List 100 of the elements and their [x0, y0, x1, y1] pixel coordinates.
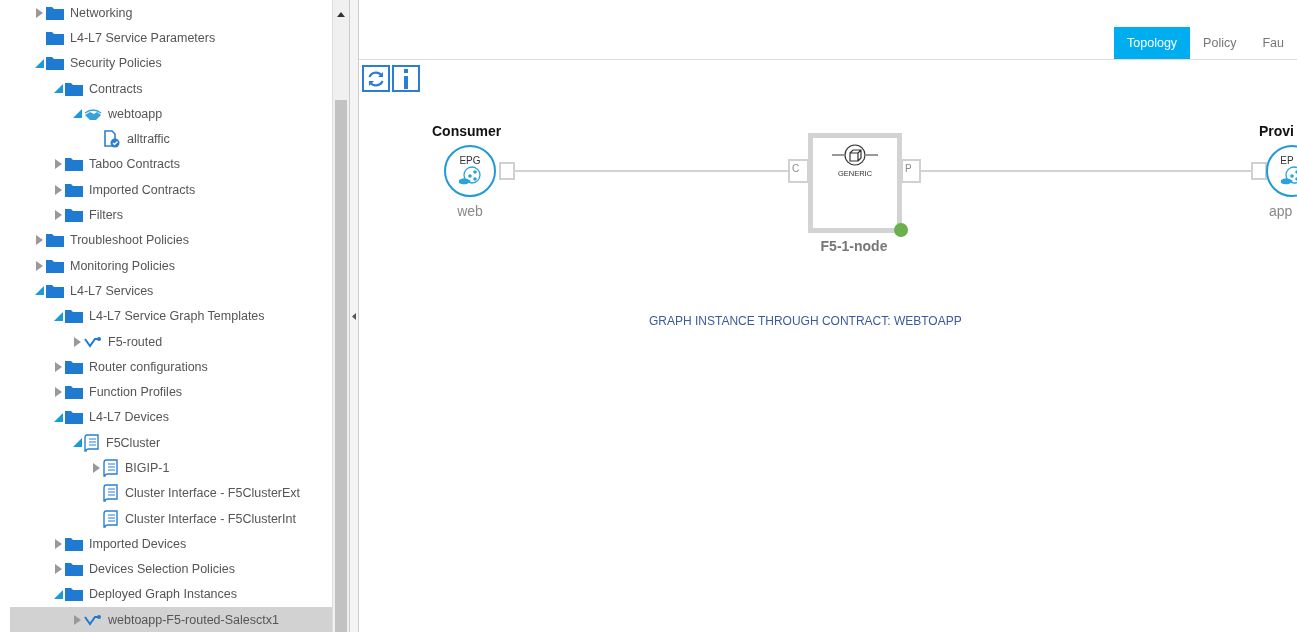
tree-item[interactable]: Devices Selection Policies	[10, 556, 332, 582]
epg-node[interactable]: EPG	[444, 145, 496, 197]
tree-item[interactable]: L4-L7 Service Graph Templates	[10, 303, 332, 329]
folder-icon	[46, 5, 64, 20]
tab[interactable]: Policy	[1190, 27, 1250, 59]
provider-port: P	[901, 159, 921, 183]
tab[interactable]: Fau	[1249, 27, 1297, 59]
tree-item[interactable]: webtoapp	[10, 101, 332, 127]
scrollbar-thumb[interactable]	[335, 100, 347, 632]
tree-item[interactable]: Imported Devices	[10, 531, 332, 557]
collapsed-arrow-icon[interactable]	[92, 463, 100, 473]
node-name: F5-1-node	[819, 238, 889, 254]
tree-item-label: F5-routed	[108, 334, 163, 349]
expanded-arrow-icon[interactable]	[53, 311, 63, 321]
tree-item[interactable]: Security Policies	[10, 50, 332, 76]
collapsed-arrow-icon[interactable]	[54, 564, 62, 575]
scroll-icon	[103, 509, 119, 528]
epg-label: EPG	[459, 155, 481, 166]
tree-item[interactable]: Cluster Interface - F5ClusterInt	[10, 505, 332, 532]
collapsed-arrow-icon[interactable]	[73, 336, 81, 347]
tree-item-label: L4-L7 Service Parameters	[70, 30, 216, 45]
tree-item-label: Cluster Interface - F5ClusterExt	[125, 486, 301, 501]
graph-icon	[84, 613, 102, 626]
tree-item-label: Cluster Interface - F5ClusterInt	[125, 511, 296, 526]
tree-item[interactable]: Networking	[10, 0, 332, 26]
endpoint-group-icon	[457, 166, 483, 186]
expanded-arrow-icon[interactable]	[53, 589, 63, 599]
status-dot	[894, 223, 908, 237]
folder-icon	[46, 30, 64, 45]
expanded-arrow-icon[interactable]	[53, 84, 63, 94]
collapsed-arrow-icon[interactable]	[54, 361, 62, 372]
epg-label: EP	[1280, 155, 1294, 166]
expanded-arrow-icon[interactable]	[53, 412, 63, 422]
scroll-up-icon[interactable]	[337, 11, 345, 17]
tree-item-label: Imported Contracts	[89, 182, 196, 197]
tree-item[interactable]: Deployed Graph Instances	[10, 581, 332, 608]
collapsed-arrow-icon[interactable]	[35, 260, 43, 271]
tree-item[interactable]: L4-L7 Services	[10, 278, 332, 304]
epg-name: app	[1269, 203, 1293, 219]
tree-item-label: Troubleshoot Policies	[70, 233, 190, 248]
folder-icon	[65, 81, 83, 96]
tree-item[interactable]: L4-L7 Devices	[10, 404, 332, 431]
tree-item[interactable]: F5Cluster	[10, 430, 332, 456]
tree-item[interactable]: Monitoring Policies	[10, 252, 332, 279]
collapsed-arrow-icon[interactable]	[35, 235, 43, 246]
consumer-port: C	[788, 159, 809, 183]
document-check-icon	[103, 130, 121, 149]
tree-item[interactable]: Imported Contracts	[10, 177, 332, 203]
tree-item[interactable]: Filters	[10, 202, 332, 228]
collapsed-arrow-icon[interactable]	[54, 387, 62, 398]
expanded-arrow-icon[interactable]	[34, 286, 44, 296]
tree-item[interactable]: BIGIP-1	[10, 455, 332, 481]
tree-item[interactable]: Router configurations	[10, 354, 332, 380]
refresh-button[interactable]	[362, 65, 390, 92]
scrollbar[interactable]	[332, 0, 349, 632]
collapsed-arrow-icon[interactable]	[35, 7, 43, 18]
tree-item-label: Imported Devices	[89, 536, 187, 551]
expanded-arrow-icon[interactable]	[72, 109, 82, 119]
folder-icon	[65, 385, 83, 400]
tree-item-label: Devices Selection Policies	[89, 562, 235, 577]
tree-item[interactable]: Cluster Interface - F5ClusterExt	[10, 480, 332, 506]
graph-icon	[84, 335, 102, 348]
collapsed-arrow-icon[interactable]	[54, 184, 62, 195]
tree-item[interactable]: Taboo Contracts	[10, 151, 332, 178]
tree-item[interactable]: alltraffic	[10, 126, 332, 152]
folder-icon	[65, 182, 83, 197]
tree-item[interactable]: F5-routed	[10, 328, 332, 355]
scroll-icon	[103, 459, 119, 477]
cube-icon	[830, 144, 880, 166]
expanded-arrow-icon[interactable]	[34, 58, 44, 68]
port	[499, 162, 515, 180]
scroll-icon	[103, 484, 119, 503]
info-button[interactable]	[392, 65, 420, 92]
tree-item-label: Deployed Graph Instances	[89, 587, 237, 602]
tree-item[interactable]: Contracts	[10, 75, 332, 102]
epg-name: web	[456, 203, 484, 219]
collapse-arrow-icon[interactable]	[352, 312, 356, 320]
folder-icon	[65, 208, 83, 222]
folder-icon	[65, 410, 83, 425]
folder-icon	[65, 536, 83, 551]
collapsed-arrow-icon[interactable]	[54, 210, 62, 220]
tree-item-label: webtoapp-F5-routed-Salesctx1	[108, 612, 279, 627]
folder-icon	[46, 56, 64, 71]
tree-item[interactable]: L4-L7 Service Parameters	[10, 25, 332, 51]
folder-icon	[46, 258, 64, 273]
tree-item-label: F5Cluster	[106, 435, 161, 450]
graph-caption: GRAPH INSTANCE THROUGH CONTRACT: WEBTOAPP	[649, 314, 962, 328]
collapsed-arrow-icon[interactable]	[54, 538, 62, 549]
folder-icon	[65, 359, 83, 374]
scroll-icon	[84, 433, 100, 452]
expanded-arrow-icon[interactable]	[72, 438, 82, 448]
tree-item[interactable]: Troubleshoot Policies	[10, 227, 332, 253]
collapsed-arrow-icon[interactable]	[73, 614, 81, 625]
collapsed-arrow-icon[interactable]	[54, 159, 62, 170]
consumer-label: Consumer	[432, 123, 502, 139]
epg-node[interactable]: EP	[1266, 145, 1297, 197]
handshake-icon	[84, 106, 102, 121]
tree-item[interactable]: Function Profiles	[10, 379, 332, 405]
tree-item[interactable]: webtoapp-F5-routed-Salesctx1	[10, 607, 332, 632]
folder-icon	[46, 233, 64, 248]
